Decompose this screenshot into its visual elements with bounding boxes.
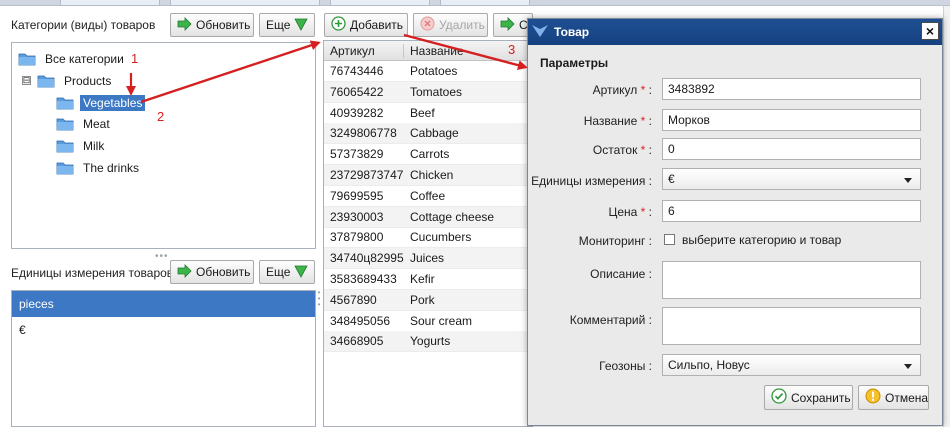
- annotation-arrows: [126, 33, 528, 104]
- annotation-arrow-3: [403, 33, 528, 71]
- annotation-number-3: 3: [508, 42, 516, 57]
- annotation-arrow-2: [140, 40, 321, 104]
- annotation-number-2: 2: [157, 109, 165, 124]
- annotation-number-1: 1: [131, 51, 139, 66]
